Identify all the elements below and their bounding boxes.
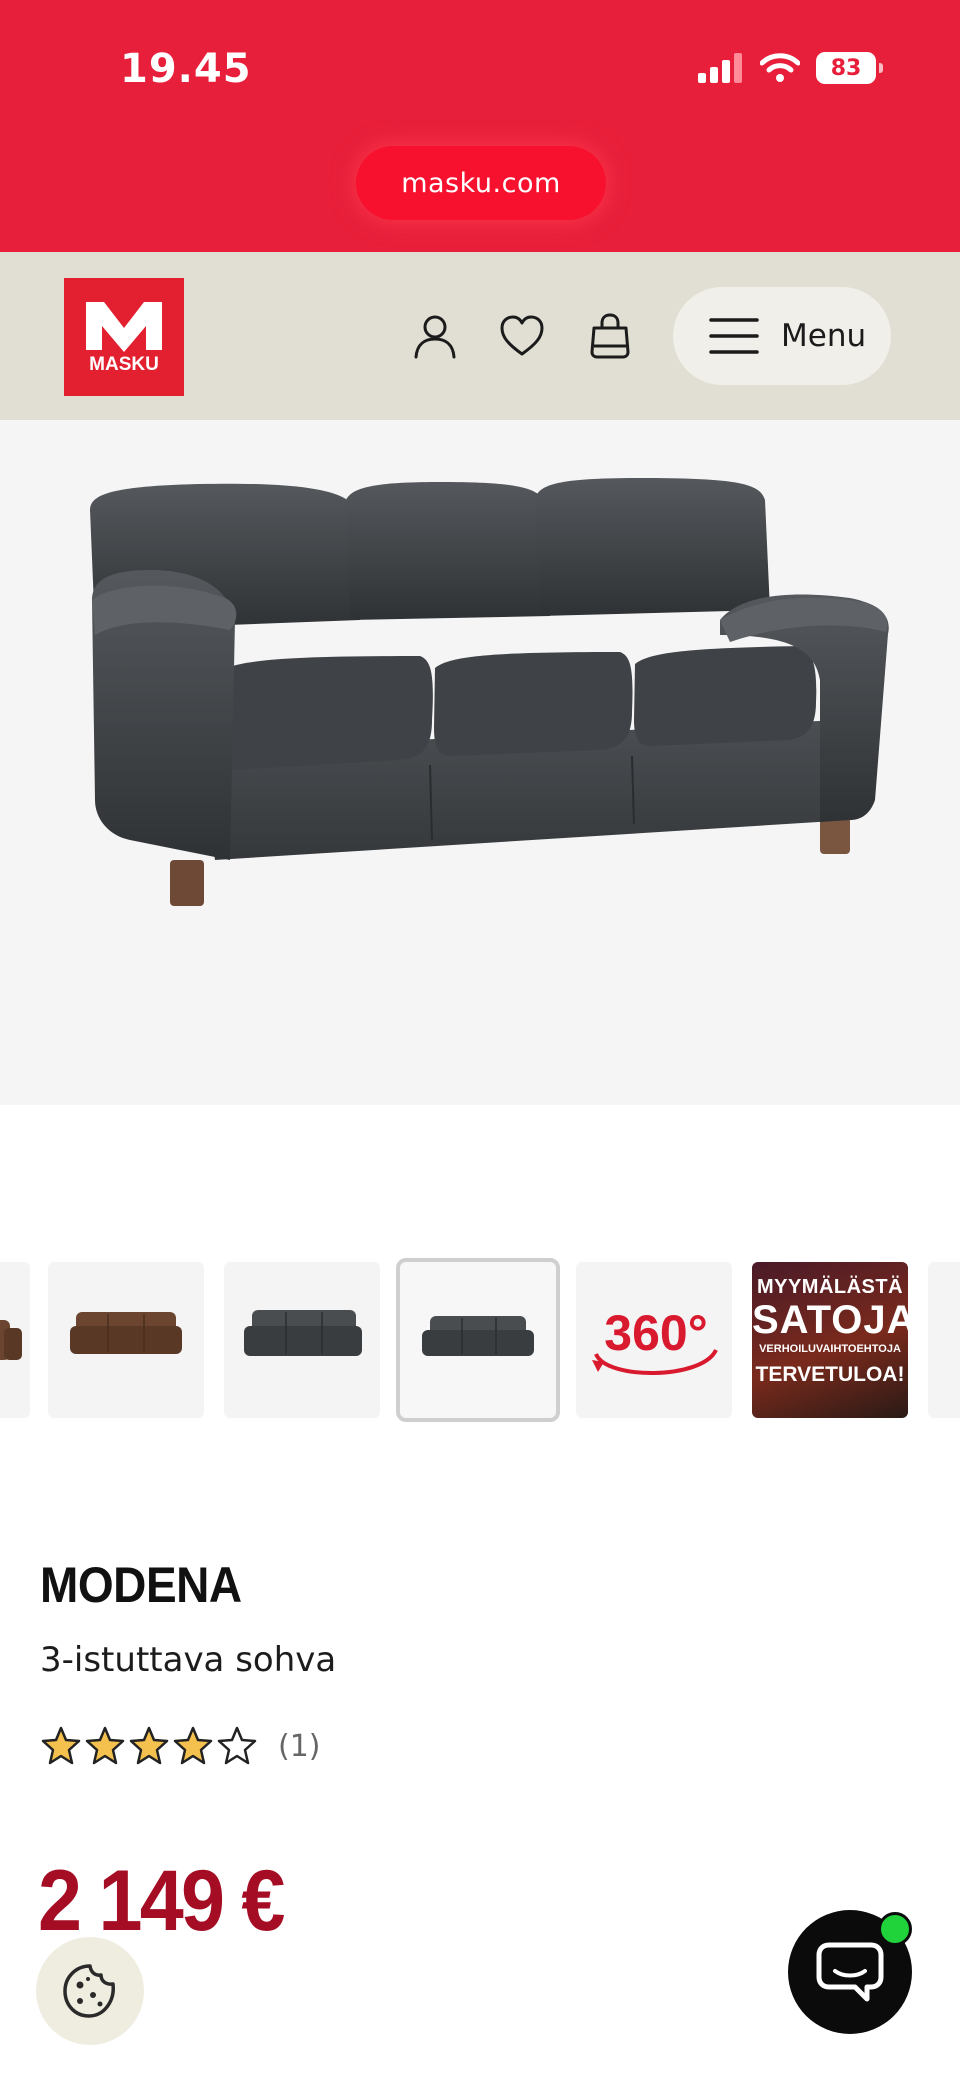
status-icons: 83 (698, 52, 883, 84)
promo-line-3: VERHOILUVAIHTOEHTOJA (759, 1343, 901, 1355)
thumbnail-4-selected[interactable] (396, 1258, 560, 1422)
promo-line-2: SATOJA (752, 1298, 908, 1342)
cookie-icon (63, 1964, 115, 2018)
star-outline-icon-5 (217, 1726, 257, 1765)
product-price: 2 149 € (38, 1853, 285, 1949)
thumbnail-strip: 360° MYYMÄLÄSTÄ SATOJA VERHOILUVAIHTOEHT… (0, 1258, 960, 1422)
product-name: MODENA (40, 1557, 242, 1613)
wifi-icon (760, 53, 800, 82)
thumbnail-2[interactable] (48, 1262, 204, 1418)
logo-m-mark (86, 302, 162, 352)
thumbnail-store-promo[interactable]: MYYMÄLÄSTÄ SATOJA VERHOILUVAIHTOEHTOJA T… (752, 1262, 908, 1418)
product-main-image[interactable] (0, 420, 960, 1105)
product-subtitle: 3-istuttava sohva (40, 1640, 337, 1680)
product-page: 19.45 83 masku.com MASKU Menu 360° MYYMÄ… (0, 0, 960, 2081)
thumbnail-sofa-image (0, 1320, 22, 1360)
promo-line-1: MYYMÄLÄSTÄ (756, 1276, 904, 1298)
chat-online-badge (878, 1912, 912, 1946)
promo-line-4: TERVETULOA! (755, 1363, 905, 1386)
logo-text: MASKU (89, 354, 159, 375)
menu-button[interactable]: Menu (673, 287, 891, 385)
battery-level: 83 (830, 55, 862, 81)
sofa-image (90, 478, 889, 906)
battery-icon: 83 (816, 52, 883, 84)
masku-logo[interactable]: MASKU (64, 278, 184, 396)
thumbnail-360-view[interactable]: 360° (576, 1262, 732, 1418)
thumbnail-black-sofa-image (244, 1310, 362, 1356)
heart-icon[interactable] (498, 312, 546, 360)
star-icon-1 (41, 1726, 81, 1765)
user-icon[interactable] (411, 312, 459, 360)
chat-button[interactable] (788, 1910, 912, 2034)
thumbnail-1[interactable] (0, 1262, 30, 1418)
thumbnail-brown-sofa-image (70, 1312, 182, 1354)
address-bar[interactable]: masku.com (356, 146, 606, 220)
product-rating[interactable]: (1) (40, 1726, 321, 1766)
site-header: MASKU Menu (0, 252, 960, 420)
rotate-360-label: 360° (604, 1305, 707, 1361)
browser-status-bar: 19.45 83 masku.com (0, 0, 960, 252)
star-icon-2 (85, 1726, 125, 1765)
thumbnail-7[interactable] (928, 1262, 960, 1418)
status-time: 19.45 (120, 46, 252, 92)
chat-icon (816, 1942, 884, 2002)
shopping-bag-icon[interactable] (586, 312, 634, 360)
signal-icon (698, 53, 742, 83)
thumbnail-3[interactable] (224, 1262, 380, 1418)
thumbnail-selected-sofa-image (422, 1316, 534, 1356)
menu-label: Menu (781, 318, 867, 354)
review-count[interactable]: (1) (278, 1729, 321, 1764)
address-bar-url: masku.com (401, 167, 561, 199)
star-icon-3 (129, 1726, 169, 1765)
hamburger-icon (709, 318, 759, 354)
star-icon-4 (173, 1726, 213, 1765)
rotate-360-icon: 360° (592, 1305, 718, 1375)
cookie-settings-button[interactable] (36, 1937, 144, 2045)
